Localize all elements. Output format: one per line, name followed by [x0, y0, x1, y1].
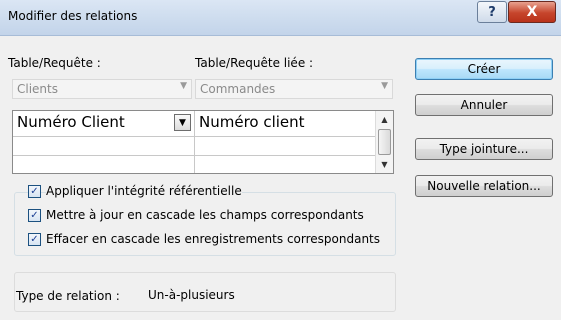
integrity-checkbox[interactable]: ✓ [28, 184, 41, 198]
table-combo: Clients ▼ [12, 79, 192, 99]
grid-cell-related-field[interactable]: Numéro client [199, 113, 305, 131]
grid-column-related: Numéro client [195, 111, 375, 173]
create-button[interactable]: Créer [415, 58, 553, 80]
grid-cell-table-field[interactable]: Numéro Client [17, 113, 125, 131]
relation-type-label: Type de relation : [16, 289, 120, 303]
cascade-delete-checkbox[interactable]: ✓ [28, 232, 41, 246]
join-type-button[interactable]: Type jointure... [415, 138, 553, 160]
help-button[interactable]: ? [477, 1, 507, 23]
field-mapping-grid: Numéro Client ▼ Numéro client ▲ ▼ [12, 110, 394, 174]
grid-row-divider [13, 136, 375, 137]
related-table-label: Table/Requête liée : [195, 56, 314, 70]
integrity-label: Appliquer l'intégrité référentielle [46, 184, 242, 198]
title-bar: Modifier des relations ? X [0, 0, 561, 36]
close-button[interactable]: X [508, 1, 556, 23]
cascade-update-option[interactable]: ✓ Mettre à jour en cascade les champs co… [28, 208, 364, 222]
table-combo-value: Clients [17, 82, 58, 96]
integrity-option[interactable]: ✓ Appliquer l'intégrité référentielle [28, 184, 242, 198]
window-title: Modifier des relations [8, 9, 138, 23]
dropdown-arrow-icon[interactable]: ▼ [174, 114, 191, 131]
grid-scrollbar[interactable]: ▲ ▼ [375, 111, 393, 173]
grid-column-table: Numéro Client ▼ [13, 111, 195, 173]
chevron-down-icon: ▼ [180, 81, 187, 91]
related-table-combo: Commandes ▼ [195, 79, 393, 99]
cascade-delete-label: Effacer en cascade les enregistrements c… [46, 232, 381, 246]
scrollbar-thumb[interactable] [378, 129, 391, 155]
cascade-update-label: Mettre à jour en cascade les champs corr… [46, 208, 364, 222]
chevron-down-icon: ▼ [381, 81, 388, 91]
cascade-update-checkbox[interactable]: ✓ [28, 208, 41, 222]
relation-type-value: Un-à-plusieurs [148, 288, 235, 302]
scroll-down-icon[interactable]: ▼ [376, 156, 393, 173]
scroll-up-icon[interactable]: ▲ [376, 111, 393, 128]
options-group [14, 192, 396, 256]
grid-row-divider [13, 155, 375, 156]
table-label: Table/Requête : [8, 56, 101, 70]
cascade-delete-option[interactable]: ✓ Effacer en cascade les enregistrements… [28, 232, 381, 246]
related-table-combo-value: Commandes [200, 82, 276, 96]
cancel-button[interactable]: Annuler [415, 94, 553, 116]
new-relation-button[interactable]: Nouvelle relation... [415, 175, 553, 197]
